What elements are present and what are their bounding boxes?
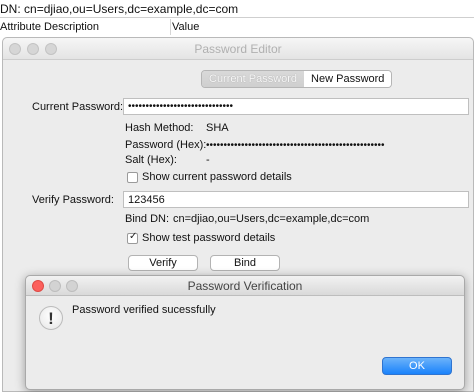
ok-button[interactable]: OK: [382, 357, 452, 375]
verify-button[interactable]: Verify: [128, 255, 198, 271]
hash-method-value: SHA: [206, 122, 229, 134]
verify-password-label: Verify Password:: [32, 194, 114, 206]
show-test-details-label[interactable]: Show test password details: [142, 232, 275, 244]
column-divider: [170, 19, 171, 35]
tab-current-password[interactable]: Current Password: [202, 71, 305, 87]
current-password-field[interactable]: ••••••••••••••••••••••••••••••: [123, 98, 469, 115]
column-header-value[interactable]: Value: [172, 21, 199, 33]
dn-bar: DN: cn=djiao,ou=Users,dc=example,dc=com: [0, 0, 474, 18]
alert-icon: !: [39, 306, 63, 330]
editor-titlebar: Password Editor: [3, 38, 473, 60]
bind-dn-value: cn=djiao,ou=Users,dc=example,dc=com: [173, 213, 370, 225]
dn-value: cn=djiao,ou=Users,dc=example,dc=com: [24, 2, 239, 16]
tab-new-password[interactable]: New Password: [304, 71, 392, 87]
bind-button[interactable]: Bind: [210, 255, 280, 271]
show-current-details-checkbox[interactable]: [127, 172, 138, 183]
dialog-titlebar: Password Verification: [26, 276, 464, 296]
salt-hex-label: Salt (Hex):: [125, 154, 177, 166]
dialog-title: Password Verification: [187, 279, 303, 293]
column-header-attribute-description[interactable]: Attribute Description: [0, 21, 99, 33]
show-current-details-label[interactable]: Show current password details: [142, 171, 292, 183]
bind-dn-label: Bind DN:: [125, 213, 170, 225]
current-password-label: Current Password:: [32, 101, 124, 113]
password-hex-value: ••••••••••••••••••••••••••••••••••••••••…: [206, 140, 385, 151]
editor-title: Password Editor: [194, 42, 282, 56]
password-tab-control: Current Password New Password: [201, 70, 393, 88]
dialog-message: Password verified sucessfully: [72, 304, 216, 316]
dn-label: DN:: [0, 2, 21, 16]
password-hex-label: Password (Hex):: [125, 139, 207, 151]
hash-method-label: Hash Method:: [125, 122, 194, 134]
salt-hex-value: -: [206, 154, 210, 166]
verify-password-field[interactable]: 123456: [123, 191, 469, 208]
password-verification-dialog: Password Verification ! Password verifie…: [25, 275, 465, 390]
show-test-details-checkbox[interactable]: [127, 231, 138, 244]
attribute-table-header: Attribute Description Value: [0, 19, 474, 36]
